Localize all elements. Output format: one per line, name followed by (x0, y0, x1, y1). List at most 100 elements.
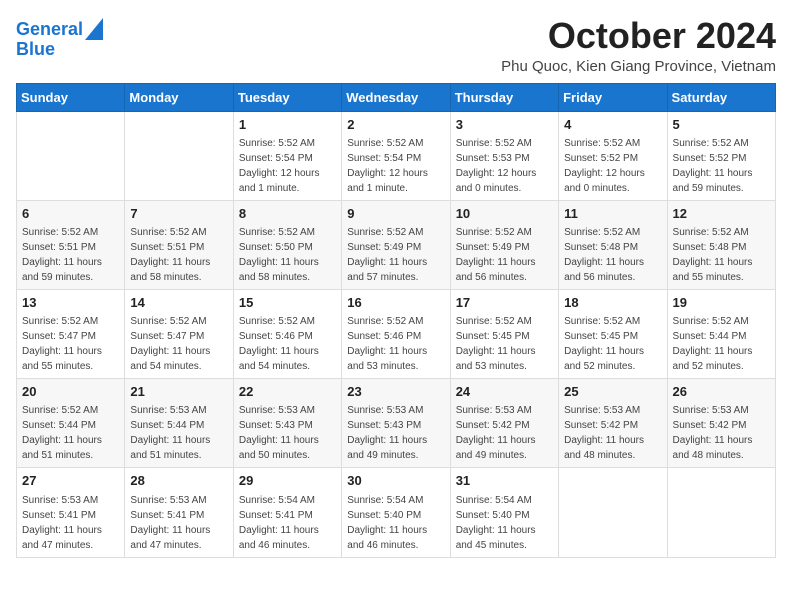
day-number: 17 (456, 294, 553, 312)
day-number: 26 (673, 383, 770, 401)
day-number: 5 (673, 116, 770, 134)
day-number: 27 (22, 472, 119, 490)
day-number: 25 (564, 383, 661, 401)
calendar-cell: 24 Sunrise: 5:53 AMSunset: 5:42 PMDayligh… (450, 379, 558, 468)
calendar-cell: 4 Sunrise: 5:52 AMSunset: 5:52 PMDaylight… (559, 111, 667, 200)
title-area: October 2024 Phu Quoc, Kien Giang Provin… (501, 16, 776, 75)
subtitle: Phu Quoc, Kien Giang Province, Vietnam (501, 58, 776, 75)
calendar-week-4: 20Sunrise: 5:52 AMSunset: 5:44 PMDayligh… (17, 379, 776, 468)
day-info: Sunrise: 5:54 AMSunset: 5:40 PMDaylight:… (347, 493, 444, 553)
calendar-cell: 30 Sunrise: 5:54 AMSunset: 5:40 PMDayligh… (342, 468, 450, 557)
day-info: Sunrise: 5:52 AMSunset: 5:52 PMDaylight:… (673, 136, 770, 196)
calendar-week-3: 13 Sunrise: 5:52 AMSunset: 5:47 PMDayligh… (17, 289, 776, 378)
day-number: 30 (347, 472, 444, 490)
calendar-cell: 13 Sunrise: 5:52 AMSunset: 5:47 PMDayligh… (17, 289, 125, 378)
day-number: 8 (239, 205, 336, 223)
day-number: 14 (130, 294, 227, 312)
day-number: 12 (673, 205, 770, 223)
calendar-cell: 11 Sunrise: 5:52 AMSunset: 5:48 PMDayligh… (559, 200, 667, 289)
day-info: Sunrise: 5:52 AMSunset: 5:52 PMDaylight:… (564, 136, 661, 196)
calendar-cell: 27 Sunrise: 5:53 AMSunset: 5:41 PMDayligh… (17, 468, 125, 557)
calendar-cell: 3 Sunrise: 5:52 AMSunset: 5:53 PMDaylight… (450, 111, 558, 200)
calendar-cell: 7Sunrise: 5:52 AMSunset: 5:51 PMDaylight… (125, 200, 233, 289)
calendar-cell (559, 468, 667, 557)
header-tuesday: Tuesday (233, 83, 341, 111)
day-number: 15 (239, 294, 336, 312)
day-info: Sunrise: 5:52 AMSunset: 5:54 PMDaylight:… (347, 136, 444, 196)
day-number: 13 (22, 294, 119, 312)
day-number: 24 (456, 383, 553, 401)
day-number: 11 (564, 205, 661, 223)
calendar-cell: 19Sunrise: 5:52 AMSunset: 5:44 PMDayligh… (667, 289, 775, 378)
day-info: Sunrise: 5:52 AMSunset: 5:53 PMDaylight:… (456, 136, 553, 196)
calendar-cell: 28 Sunrise: 5:53 AMSunset: 5:41 PMDayligh… (125, 468, 233, 557)
day-number: 4 (564, 116, 661, 134)
day-info: Sunrise: 5:52 AMSunset: 5:48 PMDaylight:… (564, 225, 661, 285)
calendar-cell: 9Sunrise: 5:52 AMSunset: 5:49 PMDaylight… (342, 200, 450, 289)
day-info: Sunrise: 5:53 AMSunset: 5:41 PMDaylight:… (130, 493, 227, 553)
day-info: Sunrise: 5:53 AMSunset: 5:43 PMDaylight:… (239, 403, 336, 463)
logo-arrow-icon (85, 18, 103, 40)
calendar-cell (125, 111, 233, 200)
calendar-cell: 29 Sunrise: 5:54 AMSunset: 5:41 PMDayligh… (233, 468, 341, 557)
calendar-cell: 15 Sunrise: 5:52 AMSunset: 5:46 PMDayligh… (233, 289, 341, 378)
calendar-cell: 14Sunrise: 5:52 AMSunset: 5:47 PMDayligh… (125, 289, 233, 378)
header-wednesday: Wednesday (342, 83, 450, 111)
header-sunday: Sunday (17, 83, 125, 111)
calendar-cell (667, 468, 775, 557)
logo: General Blue (16, 20, 103, 60)
day-number: 29 (239, 472, 336, 490)
day-info: Sunrise: 5:52 AMSunset: 5:48 PMDaylight:… (673, 225, 770, 285)
day-info: Sunrise: 5:52 AMSunset: 5:45 PMDaylight:… (456, 314, 553, 374)
calendar-cell: 6 Sunrise: 5:52 AMSunset: 5:51 PMDaylight… (17, 200, 125, 289)
calendar-header-row: SundayMondayTuesdayWednesdayThursdayFrid… (17, 83, 776, 111)
day-number: 19 (673, 294, 770, 312)
calendar-cell: 18 Sunrise: 5:52 AMSunset: 5:45 PMDayligh… (559, 289, 667, 378)
day-info: Sunrise: 5:53 AMSunset: 5:42 PMDaylight:… (564, 403, 661, 463)
day-info: Sunrise: 5:52 AMSunset: 5:51 PMDaylight:… (130, 225, 227, 285)
day-number: 21 (130, 383, 227, 401)
calendar-cell: 17 Sunrise: 5:52 AMSunset: 5:45 PMDayligh… (450, 289, 558, 378)
day-info: Sunrise: 5:52 AMSunset: 5:49 PMDaylight:… (347, 225, 444, 285)
day-info: Sunrise: 5:53 AMSunset: 5:42 PMDaylight:… (456, 403, 553, 463)
day-number: 22 (239, 383, 336, 401)
day-info: Sunrise: 5:52 AMSunset: 5:46 PMDaylight:… (347, 314, 444, 374)
month-title: October 2024 (501, 16, 776, 56)
header: General Blue October 2024 Phu Quoc, Kien… (16, 16, 776, 75)
calendar-cell: 31 Sunrise: 5:54 AMSunset: 5:40 PMDayligh… (450, 468, 558, 557)
calendar-week-2: 6 Sunrise: 5:52 AMSunset: 5:51 PMDaylight… (17, 200, 776, 289)
day-number: 10 (456, 205, 553, 223)
calendar-cell: 25 Sunrise: 5:53 AMSunset: 5:42 PMDayligh… (559, 379, 667, 468)
day-info: Sunrise: 5:53 AMSunset: 5:41 PMDaylight:… (22, 493, 119, 553)
day-number: 6 (22, 205, 119, 223)
header-thursday: Thursday (450, 83, 558, 111)
calendar-cell: 1Sunrise: 5:52 AMSunset: 5:54 PMDaylight… (233, 111, 341, 200)
day-number: 1 (239, 116, 336, 134)
calendar-cell: 5 Sunrise: 5:52 AMSunset: 5:52 PMDaylight… (667, 111, 775, 200)
day-number: 31 (456, 472, 553, 490)
header-friday: Friday (559, 83, 667, 111)
calendar-cell: 2 Sunrise: 5:52 AMSunset: 5:54 PMDaylight… (342, 111, 450, 200)
day-number: 20 (22, 383, 119, 401)
day-info: Sunrise: 5:53 AMSunset: 5:42 PMDaylight:… (673, 403, 770, 463)
calendar-cell: 10Sunrise: 5:52 AMSunset: 5:49 PMDayligh… (450, 200, 558, 289)
calendar: SundayMondayTuesdayWednesdayThursdayFrid… (16, 83, 776, 558)
day-number: 28 (130, 472, 227, 490)
day-info: Sunrise: 5:54 AMSunset: 5:40 PMDaylight:… (456, 493, 553, 553)
day-info: Sunrise: 5:52 AMSunset: 5:45 PMDaylight:… (564, 314, 661, 374)
logo-text2: Blue (16, 40, 55, 60)
day-info: Sunrise: 5:52 AMSunset: 5:47 PMDaylight:… (22, 314, 119, 374)
day-info: Sunrise: 5:53 AMSunset: 5:43 PMDaylight:… (347, 403, 444, 463)
day-number: 3 (456, 116, 553, 134)
calendar-cell: 23Sunrise: 5:53 AMSunset: 5:43 PMDayligh… (342, 379, 450, 468)
calendar-cell (17, 111, 125, 200)
day-info: Sunrise: 5:52 AMSunset: 5:51 PMDaylight:… (22, 225, 119, 285)
calendar-cell: 16Sunrise: 5:52 AMSunset: 5:46 PMDayligh… (342, 289, 450, 378)
day-info: Sunrise: 5:52 AMSunset: 5:46 PMDaylight:… (239, 314, 336, 374)
day-info: Sunrise: 5:52 AMSunset: 5:50 PMDaylight:… (239, 225, 336, 285)
calendar-cell: 20Sunrise: 5:52 AMSunset: 5:44 PMDayligh… (17, 379, 125, 468)
day-info: Sunrise: 5:53 AMSunset: 5:44 PMDaylight:… (130, 403, 227, 463)
day-number: 2 (347, 116, 444, 134)
day-number: 18 (564, 294, 661, 312)
day-info: Sunrise: 5:54 AMSunset: 5:41 PMDaylight:… (239, 493, 336, 553)
